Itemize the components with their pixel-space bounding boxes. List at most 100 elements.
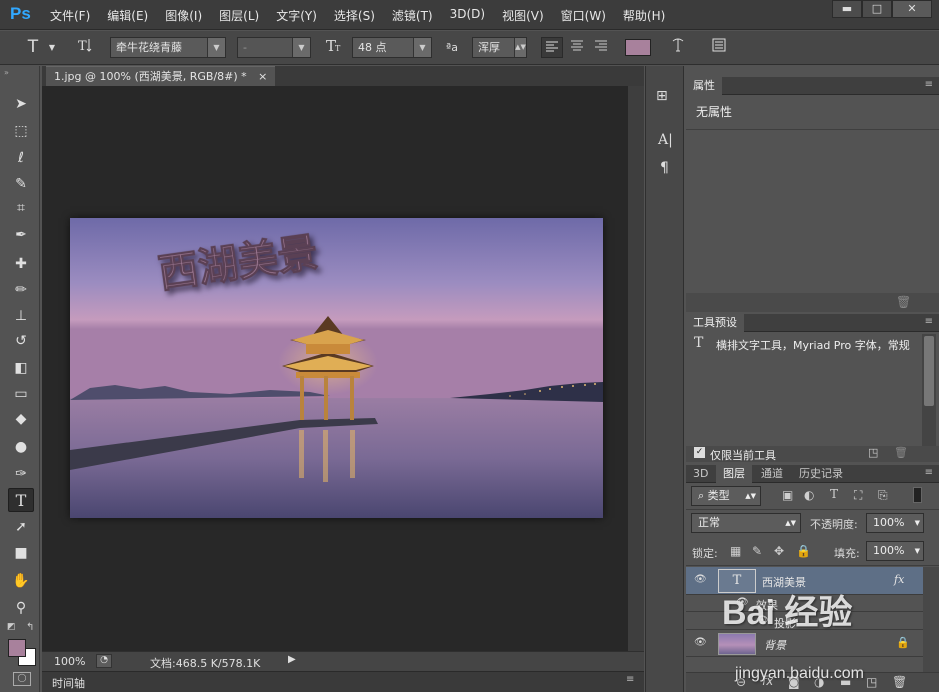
- lock-all-icon[interactable]: 🔒: [796, 544, 811, 558]
- lasso-tool-icon[interactable]: ℓ: [8, 146, 34, 170]
- trash-icon[interactable]: 🗑: [894, 446, 908, 459]
- info-icon[interactable]: ◔: [96, 654, 112, 668]
- font-style-select[interactable]: - ▼: [237, 37, 311, 58]
- crop-tool-icon[interactable]: ⌗: [8, 196, 34, 220]
- chevron-down-icon[interactable]: ▼: [46, 37, 58, 58]
- vertical-scrollbar[interactable]: [628, 86, 644, 651]
- paragraph-icon[interactable]: ¶: [660, 160, 669, 176]
- document-tab[interactable]: 1.jpg @ 100% (西湖美景, RGB/8#) * ×: [46, 66, 276, 86]
- menu-view[interactable]: 视图(V): [502, 7, 544, 24]
- default-colors-icon[interactable]: ◩: [7, 622, 16, 632]
- preset-item[interactable]: T 横排文字工具，Myriad Pro 字体，常规: [686, 334, 920, 354]
- collapse-arrows-icon[interactable]: »: [4, 68, 9, 77]
- gradient-tool-icon[interactable]: ▭: [8, 382, 34, 406]
- fill-input[interactable]: 100% ▼: [866, 541, 924, 561]
- restore-button[interactable]: □: [862, 0, 892, 18]
- anti-alias-select[interactable]: 浑厚 ▲▼: [472, 37, 527, 58]
- menu-window[interactable]: 窗口(W): [561, 7, 606, 24]
- checkbox-current-tool-only[interactable]: ✓: [694, 447, 705, 458]
- layer-fx-badge[interactable]: fx: [894, 573, 904, 586]
- character-icon[interactable]: A|: [658, 132, 673, 148]
- align-left-icon[interactable]: [541, 37, 563, 58]
- align-right-icon[interactable]: [590, 37, 612, 58]
- type-tool-icon[interactable]: T: [8, 488, 34, 512]
- lock-transparent-icon[interactable]: ▦: [730, 544, 741, 558]
- font-family-select[interactable]: 牵牛花绕青藤 ▼: [110, 37, 226, 58]
- zoom-tool-icon[interactable]: ⚲: [8, 596, 34, 620]
- rectangle-tool-icon[interactable]: ■: [8, 541, 34, 565]
- close-tab-icon[interactable]: ×: [258, 70, 267, 83]
- align-center-icon[interactable]: [566, 37, 588, 58]
- presets-scrollbar[interactable]: [922, 334, 936, 446]
- layer-name[interactable]: 背景: [764, 637, 786, 653]
- layers-scrollbar[interactable]: [923, 567, 939, 672]
- blend-mode-select[interactable]: 正常 ▲▼: [691, 513, 801, 533]
- menu-layer[interactable]: 图层(L): [219, 7, 259, 24]
- tool-presets-icon[interactable]: ⊞: [656, 88, 668, 104]
- tab-tool-presets[interactable]: 工具预设: [686, 314, 744, 332]
- healing-brush-tool-icon[interactable]: ✚: [8, 252, 34, 276]
- filter-pixel-icon[interactable]: ▣: [782, 488, 793, 502]
- type-tool-preset-icon[interactable]: T: [22, 37, 44, 58]
- menu-edit[interactable]: 编辑(E): [107, 7, 148, 24]
- tab-3d[interactable]: 3D: [686, 465, 715, 483]
- close-button[interactable]: ✕: [892, 0, 932, 18]
- menu-filter[interactable]: 滤镜(T): [392, 7, 433, 24]
- lock-image-icon[interactable]: ✎: [752, 544, 762, 558]
- layer-filter-select[interactable]: ⌕ 类型 ▲▼: [691, 486, 761, 506]
- zoom-level[interactable]: 100%: [54, 655, 85, 668]
- eraser-tool-icon[interactable]: ◧: [8, 356, 34, 380]
- blur-tool-icon[interactable]: ◆: [8, 407, 34, 431]
- filter-toggle[interactable]: [913, 487, 922, 503]
- lock-position-icon[interactable]: ✥: [774, 544, 784, 558]
- foreground-color-swatch[interactable]: [8, 639, 26, 657]
- eye-icon[interactable]: 👁: [694, 637, 707, 648]
- menu-help[interactable]: 帮助(H): [623, 7, 665, 24]
- dodge-tool-icon[interactable]: ●: [8, 435, 34, 459]
- trash-icon[interactable]: 🗑: [892, 675, 907, 689]
- clone-stamp-tool-icon[interactable]: ⊥: [8, 304, 34, 328]
- text-color-swatch[interactable]: [625, 39, 651, 56]
- eye-icon[interactable]: 👁: [694, 574, 707, 585]
- path-selection-tool-icon[interactable]: ➚: [8, 515, 34, 539]
- brush-tool-icon[interactable]: ✏: [8, 278, 34, 302]
- new-layer-icon[interactable]: ◳: [866, 675, 877, 689]
- hand-tool-icon[interactable]: ✋: [8, 569, 34, 593]
- filter-type-icon[interactable]: T: [830, 487, 838, 501]
- minimize-button[interactable]: ▬: [832, 0, 862, 18]
- panel-menu-icon[interactable]: ≡: [925, 316, 933, 327]
- move-tool-icon[interactable]: ➤: [8, 92, 34, 116]
- tab-properties[interactable]: 属性: [686, 77, 722, 95]
- filter-shape-icon[interactable]: ⛶: [854, 488, 862, 503]
- character-panel-icon[interactable]: [708, 37, 730, 58]
- swap-colors-icon[interactable]: ↰: [26, 622, 34, 633]
- eyedropper-tool-icon[interactable]: ✒: [8, 223, 34, 247]
- scrollbar-thumb[interactable]: [924, 336, 934, 406]
- filter-smart-object-icon[interactable]: ⎘: [878, 488, 888, 503]
- tab-channels[interactable]: 通道: [754, 465, 790, 483]
- quick-mask-icon[interactable]: ◯: [13, 672, 31, 686]
- menu-file[interactable]: 文件(F): [50, 7, 90, 24]
- text-orientation-icon[interactable]: T: [72, 37, 98, 58]
- pen-tool-icon[interactable]: ✑: [8, 462, 34, 486]
- panel-menu-icon[interactable]: ≡: [626, 674, 634, 685]
- filter-adjustment-icon[interactable]: ◐: [804, 488, 814, 502]
- panel-menu-icon[interactable]: ≡: [925, 79, 933, 90]
- warp-text-icon[interactable]: [667, 37, 689, 58]
- history-brush-tool-icon[interactable]: ↺: [8, 329, 34, 353]
- opacity-input[interactable]: 100% ▼: [866, 513, 924, 533]
- tab-history[interactable]: 历史记录: [792, 465, 850, 483]
- menu-image[interactable]: 图像(I): [165, 7, 202, 24]
- tab-layers[interactable]: 图层: [716, 465, 752, 483]
- menu-select[interactable]: 选择(S): [334, 7, 375, 24]
- font-size-select[interactable]: 48 点 ▼: [352, 37, 432, 58]
- status-menu-arrow-icon[interactable]: ▶: [288, 654, 296, 665]
- quick-select-tool-icon[interactable]: ✎: [8, 172, 34, 196]
- trash-icon[interactable]: 🗑: [896, 295, 911, 309]
- panel-menu-icon[interactable]: ≡: [925, 467, 933, 478]
- timeline-tab[interactable]: 时间轴: [52, 675, 85, 691]
- new-preset-icon[interactable]: ◳: [868, 446, 878, 459]
- menu-type[interactable]: 文字(Y): [276, 7, 317, 24]
- menu-3d[interactable]: 3D(D): [450, 7, 485, 24]
- layer-row[interactable]: 👁 背景 🔒: [686, 631, 923, 657]
